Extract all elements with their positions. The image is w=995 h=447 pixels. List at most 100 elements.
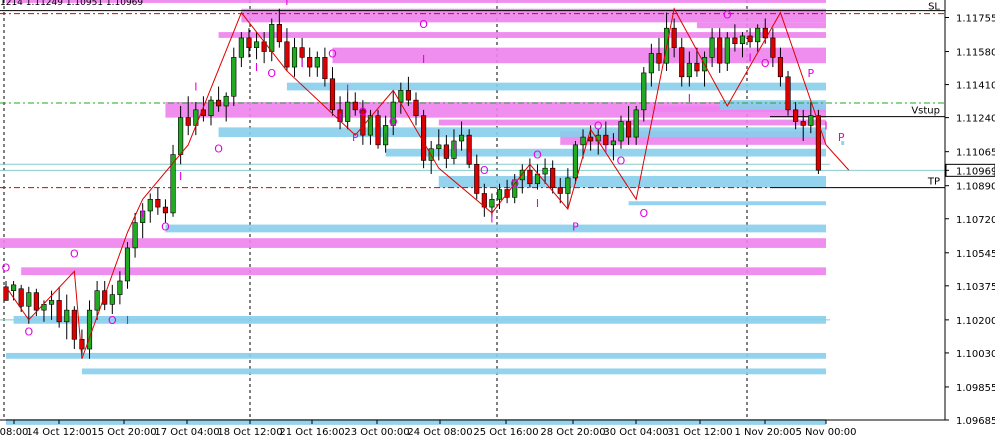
candle-body (246, 37, 252, 48)
signal-p: P (572, 220, 579, 233)
signal-i: I (126, 314, 129, 327)
candle-body (474, 164, 480, 194)
candle-body (329, 78, 336, 111)
candle-body (436, 144, 442, 150)
demand-zone (6, 352, 826, 359)
candle-body (124, 247, 131, 282)
time-label: 28 Oct 20:00 (540, 427, 605, 438)
demand-zone (719, 100, 826, 110)
signal-i: I (300, 57, 303, 70)
signal-o: O (267, 67, 276, 80)
candle-body (178, 117, 184, 155)
price-label: 1.10200 (956, 316, 995, 327)
bear-candle (785, 70, 791, 116)
candle-body (109, 294, 115, 305)
candle-body (641, 72, 647, 111)
candle-body (71, 309, 77, 340)
supply-zone (21, 267, 827, 276)
candle-body (808, 115, 814, 126)
candle-body (48, 300, 55, 305)
candle-body (565, 177, 571, 194)
candle-body (800, 121, 806, 126)
signal-i: I (422, 53, 425, 66)
candle-body (276, 24, 282, 43)
signal-i: I (688, 92, 691, 105)
signal-i: I (346, 82, 349, 95)
signal-i: I (824, 119, 827, 132)
price-label: 1.11755 (956, 14, 995, 25)
candle-body (64, 309, 70, 323)
candle-body (785, 76, 791, 111)
candle-body (94, 290, 100, 311)
candle-body (208, 99, 214, 116)
demand-zone (628, 201, 826, 206)
signal-o: O (359, 106, 368, 119)
candle-body (345, 101, 351, 122)
candle-body (572, 144, 579, 179)
candle-body (284, 41, 290, 68)
candle-body (18, 288, 24, 307)
candle-body (413, 99, 419, 116)
demand-zone (81, 368, 827, 375)
forex-chart[interactable]: SLVstupTP OOOO IIOIOII OIIOIOIP IOOIIIOIOOI… (0, 0, 995, 447)
price-label: 1.11580 (956, 48, 995, 59)
signal-i: I (490, 213, 493, 226)
candle-body (223, 95, 229, 107)
price-label: 1.10545 (956, 249, 995, 260)
candle-body (732, 37, 738, 45)
candle-body (443, 144, 449, 159)
candle-body (162, 206, 169, 214)
candle-body (33, 292, 39, 311)
time-label: 18 Oct 12:00 (217, 427, 282, 438)
price-label: 1.09685 (956, 416, 995, 427)
candle-body (458, 134, 465, 142)
candle-body (709, 37, 715, 58)
demand-zone (165, 224, 826, 233)
time-label: 25 Oct 16:00 (473, 427, 538, 438)
demand-zone (218, 127, 826, 138)
signal-o: O (723, 8, 732, 21)
candle-body (770, 37, 776, 58)
time-label: 08:00 (0, 427, 28, 438)
price-label: 1.10375 (956, 282, 995, 293)
price-label: 1.11065 (956, 148, 995, 159)
signal-o: O (70, 248, 79, 261)
price-label: 1.10720 (956, 215, 995, 226)
candle-body (618, 121, 624, 142)
candle-body (132, 222, 138, 249)
candle-body (527, 169, 533, 185)
candle-body (610, 140, 616, 146)
candle-body (777, 57, 784, 78)
candle-body (679, 47, 685, 78)
candle-body (686, 62, 692, 78)
signal-i: I (179, 170, 182, 183)
candle-body (299, 47, 305, 58)
candle-body (626, 121, 632, 138)
candle-body (580, 136, 586, 146)
time-label: 15 Oct 20:00 (91, 427, 156, 438)
signal-o: O (161, 220, 170, 233)
signal-i: I (536, 197, 539, 210)
signal-o: O (214, 143, 223, 156)
candle-body (588, 136, 594, 142)
candle-body (102, 290, 108, 305)
supply-zone (438, 119, 826, 126)
ohlc-header: 1214 1.11249 1.10951 1.10969 (0, 0, 144, 8)
signal-o: O (108, 314, 117, 327)
signal-i: I (384, 131, 387, 144)
signal-o: O (510, 178, 519, 191)
signal-o: O (639, 207, 648, 220)
candle-body (648, 53, 654, 74)
candle-body (557, 187, 563, 194)
candle-body (155, 199, 161, 208)
signal-p: P (838, 131, 845, 144)
signal-i: I (194, 80, 197, 93)
candle-body (117, 280, 123, 295)
time-label: 21 Oct 16:00 (279, 427, 344, 438)
time-label: 14 Oct 12:00 (26, 427, 91, 438)
supply-zone (332, 47, 826, 64)
price-label: 1.09855 (956, 383, 995, 394)
signal-o: O (761, 57, 770, 70)
sl-label: SL (928, 2, 940, 13)
candle-body (375, 115, 381, 146)
